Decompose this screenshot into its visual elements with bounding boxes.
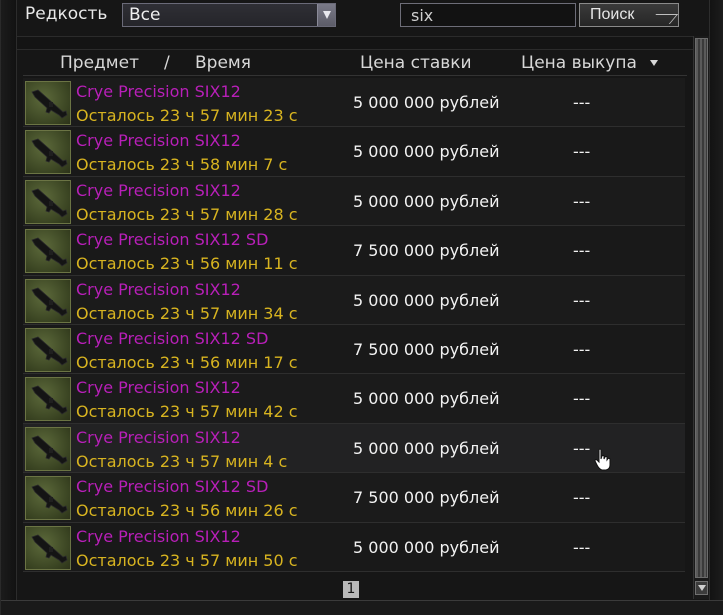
time-remaining: Осталось 23 ч 57 мин 34 с xyxy=(76,303,298,323)
table-row[interactable]: Crye Precision SIX12 Осталось 23 ч 57 мин… xyxy=(23,522,685,572)
item-name[interactable]: Crye Precision SIX12 xyxy=(76,527,241,546)
bid-price: 5 000 000 рублей xyxy=(353,93,500,112)
column-buyout-price[interactable]: Цена выкупа xyxy=(521,53,637,73)
time-remaining: Осталось 23 ч 57 мин 23 с xyxy=(76,106,298,125)
time-remaining: Осталось 23 ч 56 мин 17 с xyxy=(76,352,298,372)
item-name[interactable]: Crye Precision SIX12 SD xyxy=(76,477,268,496)
table-row[interactable]: Crye Precision SIX12 Осталось 23 ч 57 мин… xyxy=(23,78,685,128)
table-row[interactable]: Crye Precision SIX12 SD Осталось 23 ч 56 … xyxy=(23,324,685,375)
filter-bar: Редкость Все Поиск xyxy=(17,0,693,36)
chevron-down-icon[interactable] xyxy=(317,4,335,26)
shotgun-icon xyxy=(25,476,71,521)
item-name[interactable]: Crye Precision SIX12 SD xyxy=(76,230,268,249)
shotgun-icon xyxy=(25,377,71,422)
item-name[interactable]: Crye Precision SIX12 SD xyxy=(76,329,268,348)
window-rail-right xyxy=(709,0,723,615)
sort-down-icon[interactable] xyxy=(650,59,658,67)
bid-price: 7 500 000 рублей xyxy=(353,241,500,261)
table-row[interactable]: Crye Precision SIX12 Осталось 23 ч 57 мин… xyxy=(23,374,685,424)
column-time[interactable]: Время xyxy=(195,53,251,73)
buyout-price: --- xyxy=(573,389,591,409)
table-row[interactable]: Crye Precision SIX12 Осталось 23 ч 57 мин… xyxy=(23,275,685,325)
hand-pointer-icon xyxy=(594,448,611,471)
table-row[interactable]: Crye Precision SIX12 SD Осталось 23 ч 56 … xyxy=(23,473,685,523)
time-remaining: Осталось 23 ч 57 мин 50 с xyxy=(76,550,298,570)
time-remaining: Осталось 23 ч 57 мин 28 с xyxy=(76,204,298,224)
time-remaining: Осталось 23 ч 56 мин 11 с xyxy=(76,254,298,274)
shotgun-icon xyxy=(25,81,71,125)
bid-price: 7 500 000 рублей xyxy=(353,488,500,508)
column-item[interactable]: Предмет xyxy=(60,53,139,73)
bid-price: 5 000 000 рублей xyxy=(353,191,500,211)
bid-price: 5 000 000 рублей xyxy=(353,537,500,557)
shotgun-icon xyxy=(25,327,71,372)
shotgun-icon xyxy=(25,130,71,175)
time-remaining: Осталось 23 ч 58 мин 7 с xyxy=(76,155,288,175)
rarity-dropdown[interactable]: Все xyxy=(122,3,336,27)
table-row[interactable]: Crye Precision SIX12 Осталось 23 ч 58 мин… xyxy=(23,127,685,177)
shotgun-icon xyxy=(25,525,71,570)
item-name[interactable]: Crye Precision SIX12 xyxy=(76,181,241,200)
shotgun-icon xyxy=(25,426,71,471)
table-row[interactable]: Crye Precision SIX12 SD Осталось 23 ч 56 … xyxy=(23,226,685,276)
shotgun-icon xyxy=(25,229,71,274)
bid-price: 5 000 000 рублей xyxy=(353,142,500,162)
scroll-down-arrow-icon[interactable] xyxy=(695,581,708,595)
item-name[interactable]: Crye Precision SIX12 xyxy=(76,378,241,397)
item-name[interactable]: Crye Precision SIX12 xyxy=(76,131,241,150)
buyout-price: --- xyxy=(573,438,591,458)
item-name[interactable]: Crye Precision SIX12 xyxy=(76,428,241,447)
column-bid-price[interactable]: Цена ставки xyxy=(360,53,472,73)
time-remaining: Осталось 23 ч 57 мин 42 с xyxy=(76,402,298,422)
buyout-price: --- xyxy=(573,339,591,359)
scrollbar-thumb[interactable] xyxy=(695,38,708,578)
search-button[interactable]: Поиск xyxy=(579,3,679,27)
table-row[interactable]: Crye Precision SIX12 Осталось 23 ч 57 мин… xyxy=(23,176,685,227)
buyout-price: --- xyxy=(573,191,591,211)
button-corner-decoration xyxy=(647,14,679,24)
rarity-value: Все xyxy=(129,5,161,25)
window-bottom-edge xyxy=(1,600,723,615)
bid-price: 5 000 000 рублей xyxy=(353,438,500,458)
bid-price: 5 000 000 рублей xyxy=(353,389,500,409)
buyout-price: --- xyxy=(573,290,591,310)
table-row[interactable]: Crye Precision SIX12 Осталось 23 ч 57 мин… xyxy=(23,423,685,474)
bid-price: 7 500 000 рублей xyxy=(353,339,500,359)
column-separator: / xyxy=(164,53,170,73)
buyout-price: --- xyxy=(573,241,591,261)
auction-window: Редкость Все Поиск Предмет / Время Цена … xyxy=(0,0,723,615)
column-header: Предмет / Время Цена ставки Цена выкупа xyxy=(23,50,687,76)
auction-list: Crye Precision SIX12 Осталось 23 ч 57 мин… xyxy=(23,78,687,574)
buyout-price: --- xyxy=(573,142,591,162)
time-remaining: Осталось 23 ч 57 мин 4 с xyxy=(76,451,288,471)
window-rail-left xyxy=(1,0,17,615)
search-button-label: Поиск xyxy=(590,6,635,23)
bid-price: 5 000 000 рублей xyxy=(353,290,500,310)
search-input[interactable] xyxy=(400,3,576,27)
shotgun-icon xyxy=(25,179,71,224)
scrollbar[interactable] xyxy=(693,36,709,599)
toolbar-divider xyxy=(17,36,693,50)
item-name[interactable]: Crye Precision SIX12 xyxy=(76,280,241,299)
buyout-price: --- xyxy=(573,488,591,508)
buyout-price: --- xyxy=(573,93,591,112)
shotgun-icon xyxy=(25,278,71,323)
page-number-current[interactable]: 1 xyxy=(343,581,359,598)
rarity-label: Редкость xyxy=(25,4,108,24)
buyout-price: --- xyxy=(573,537,591,557)
pagination: 1 xyxy=(23,576,687,600)
time-remaining: Осталось 23 ч 56 мин 26 с xyxy=(76,501,298,521)
item-name[interactable]: Crye Precision SIX12 xyxy=(76,82,241,101)
